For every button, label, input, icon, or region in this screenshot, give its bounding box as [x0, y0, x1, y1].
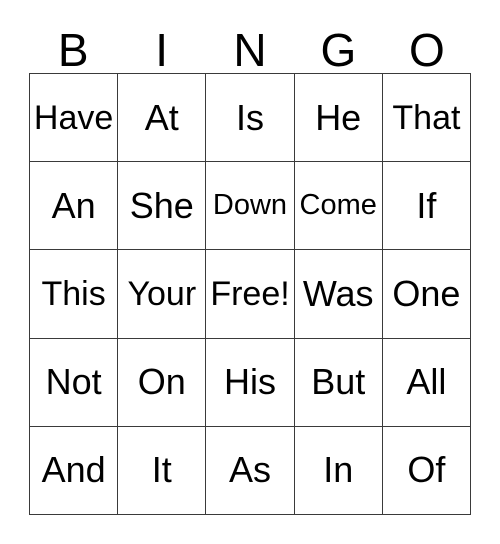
- bingo-cell[interactable]: An: [30, 162, 119, 251]
- bingo-cell-label: As: [229, 449, 272, 491]
- bingo-cell-label: Come: [299, 189, 377, 222]
- bingo-cell[interactable]: This: [30, 250, 119, 339]
- bingo-cell[interactable]: Your: [118, 250, 207, 339]
- bingo-cell[interactable]: And: [30, 426, 119, 516]
- header-letter: B: [57, 24, 89, 77]
- bingo-cell-label: In: [323, 449, 354, 491]
- bingo-cell-label: Free!: [210, 275, 290, 313]
- bingo-cell-label: Not: [45, 361, 102, 403]
- bingo-cell[interactable]: But: [294, 338, 383, 427]
- bingo-cell[interactable]: Have: [30, 74, 119, 163]
- header-letter: N: [233, 24, 267, 77]
- bingo-header-letter-g: G: [294, 14, 382, 73]
- bingo-cell[interactable]: Of: [382, 426, 472, 516]
- bingo-cell[interactable]: Not: [30, 338, 119, 427]
- bingo-row: An She Down Come If: [30, 162, 472, 251]
- bingo-cell-label: An: [51, 184, 96, 226]
- bingo-grid: Have At Is He That An She Down Come If T…: [29, 73, 472, 516]
- bingo-cell-label: If: [416, 184, 437, 226]
- bingo-cell-label: This: [41, 275, 106, 313]
- bingo-cell-label: He: [315, 96, 362, 138]
- bingo-cell[interactable]: On: [118, 338, 207, 427]
- bingo-row: Have At Is He That: [30, 74, 472, 163]
- bingo-card: B I N G O Have At Is He That An She Down…: [0, 0, 500, 544]
- bingo-cell-label: Have: [33, 98, 114, 137]
- bingo-cell-label: His: [224, 361, 276, 403]
- bingo-cell-label: Your: [127, 275, 197, 313]
- bingo-cell-label: Down: [212, 189, 288, 222]
- bingo-cell-label: She: [129, 184, 194, 226]
- bingo-cell-free-space[interactable]: Free!: [206, 250, 295, 339]
- bingo-cell[interactable]: That: [382, 74, 472, 163]
- bingo-header-letter-n: N: [206, 14, 294, 73]
- bingo-cell[interactable]: One: [382, 250, 472, 339]
- bingo-cell-label: And: [41, 449, 106, 491]
- bingo-cell[interactable]: She: [118, 162, 207, 251]
- bingo-cell[interactable]: At: [118, 74, 207, 163]
- bingo-cell-label: Is: [236, 96, 265, 138]
- bingo-cell[interactable]: Down: [206, 162, 295, 251]
- bingo-cell-label: All: [406, 361, 447, 403]
- bingo-header-letter-o: O: [383, 14, 471, 73]
- bingo-cell-label: It: [151, 449, 172, 491]
- bingo-cell[interactable]: In: [294, 426, 383, 516]
- bingo-row: This Your Free! Was One: [30, 250, 472, 339]
- bingo-cell[interactable]: He: [294, 74, 383, 163]
- bingo-header-letter-i: I: [117, 14, 205, 73]
- bingo-cell[interactable]: His: [206, 338, 295, 427]
- bingo-row: Not On His But All: [30, 338, 472, 427]
- bingo-cell-label: Of: [407, 449, 446, 491]
- bingo-cell-label: On: [137, 361, 186, 403]
- bingo-cell[interactable]: Was: [294, 250, 383, 339]
- header-letter: G: [320, 24, 357, 77]
- bingo-cell[interactable]: Come: [294, 162, 383, 251]
- bingo-cell-label: That: [392, 98, 461, 137]
- bingo-cell[interactable]: It: [118, 426, 207, 516]
- bingo-header-row: B I N G O: [29, 14, 471, 73]
- bingo-cell-label: But: [311, 361, 366, 403]
- bingo-cell[interactable]: If: [382, 162, 472, 251]
- bingo-row: And It As In Of: [30, 426, 472, 516]
- bingo-cell-label: At: [144, 96, 179, 138]
- bingo-cell-label: One: [392, 273, 461, 314]
- bingo-cell[interactable]: As: [206, 426, 295, 516]
- bingo-cell-label: Was: [302, 273, 374, 314]
- bingo-header-letter-b: B: [29, 14, 117, 73]
- header-letter: I: [155, 24, 168, 77]
- header-letter: O: [408, 24, 445, 77]
- bingo-cell[interactable]: All: [382, 338, 472, 427]
- bingo-cell[interactable]: Is: [206, 74, 295, 163]
